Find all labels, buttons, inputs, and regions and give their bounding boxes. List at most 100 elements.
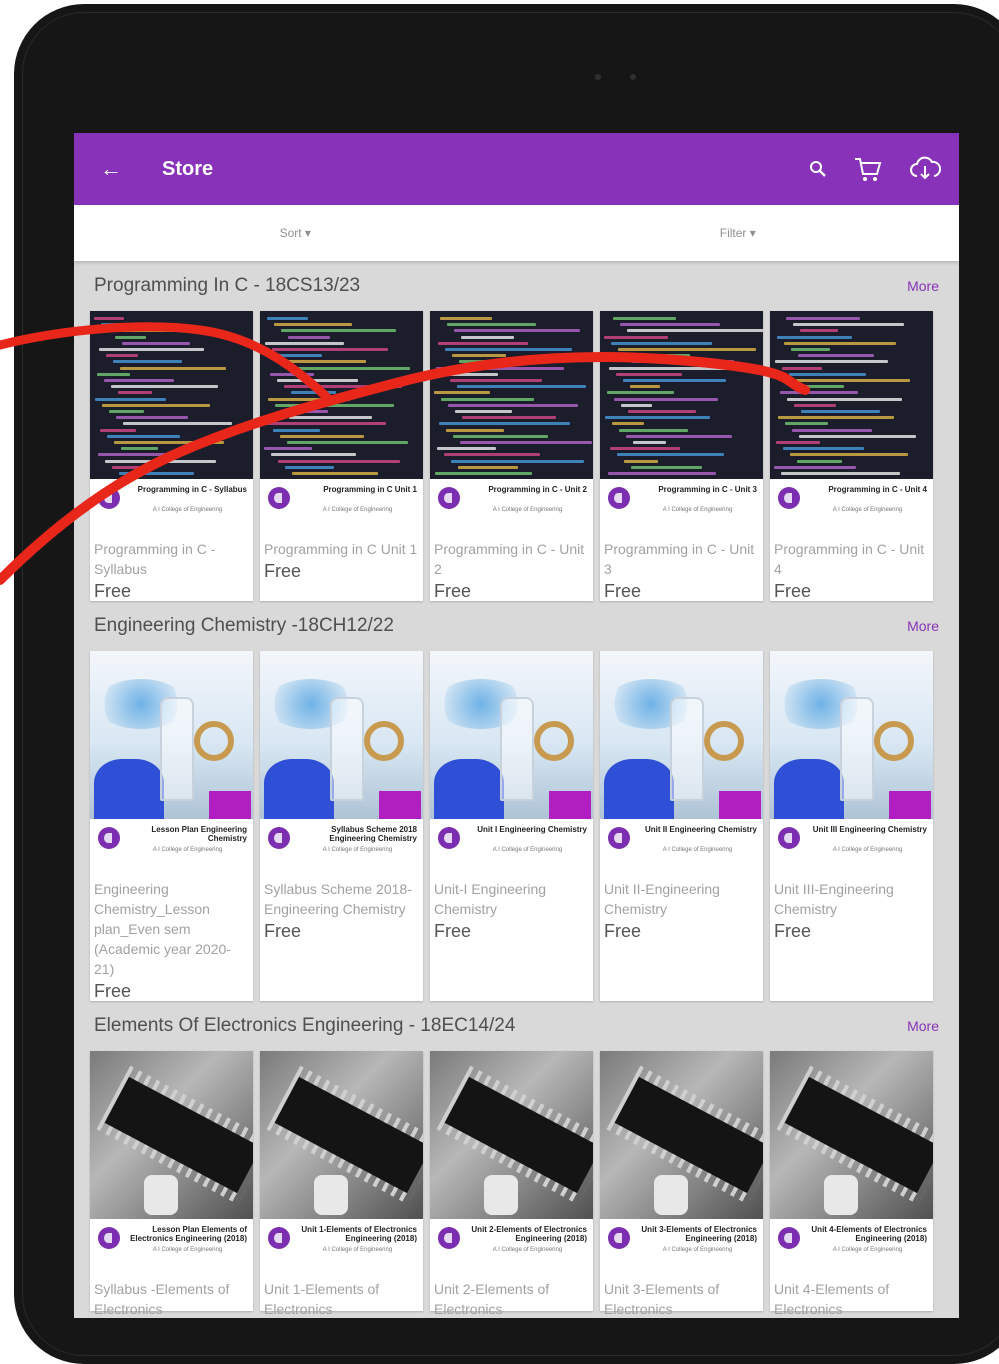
code-cover-image — [600, 311, 763, 479]
publisher-logo-icon — [438, 827, 460, 849]
cover-title: Unit 2-Elements of Electronics Engineeri… — [471, 1225, 587, 1243]
cover-college: A I College of Engineering — [152, 507, 223, 513]
product-price: Free — [604, 921, 642, 941]
store-content: Programming In C - 18CS13/23 More Progra… — [74, 261, 959, 1317]
cover-college: A I College of Engineering — [322, 1247, 393, 1253]
section-header-electronics: Elements Of Electronics Engineering - 18… — [86, 1001, 947, 1051]
sensor-dot — [595, 74, 601, 80]
product-row: Lesson Plan Engineering Chemistry A I Co… — [86, 651, 947, 1001]
cover-title: Syllabus Scheme 2018 Engineering Chemist… — [329, 825, 417, 843]
cover-college: A I College of Engineering — [832, 847, 903, 853]
product-price: Free — [94, 981, 132, 1001]
chemistry-cover-image — [770, 651, 933, 819]
page-title: Store — [162, 157, 214, 180]
cover-caption: Programming in C - Unit 2 A I College of… — [430, 479, 593, 539]
cover-title: Unit II Engineering Chemistry — [644, 825, 757, 834]
cover-college: A I College of Engineering — [152, 847, 223, 853]
more-link[interactable]: More — [907, 278, 939, 294]
product-title: Unit 2-Elements of Electronics — [434, 1281, 550, 1317]
product-card[interactable]: Lesson Plan Elements of Electronics Engi… — [90, 1051, 253, 1317]
cover-caption: Unit 2-Elements of Electronics Engineeri… — [430, 1219, 593, 1279]
cover-title: Unit I Engineering Chemistry — [477, 825, 587, 834]
cover-caption: Unit III Engineering Chemistry A I Colle… — [770, 819, 933, 879]
cover-title: Unit 4-Elements of Electronics Engineeri… — [811, 1225, 927, 1243]
cover-college: A I College of Engineering — [662, 507, 733, 513]
publisher-logo-icon — [778, 487, 800, 509]
search-icon — [810, 161, 826, 177]
product-price: Free — [434, 921, 472, 941]
cover-title: Programming in C - Unit 2 — [488, 485, 587, 494]
cover-caption: Unit 3-Elements of Electronics Engineeri… — [600, 1219, 763, 1279]
search-button[interactable] — [809, 160, 827, 178]
cover-title: Programming in C - Syllabus — [137, 485, 247, 494]
publisher-logo-icon — [438, 487, 460, 509]
cover-caption: Unit II Engineering Chemistry A I Colleg… — [600, 819, 763, 879]
product-title: Syllabus -Elements of Electronics — [94, 1281, 230, 1317]
electronics-cover-image — [260, 1051, 423, 1219]
product-price: Free — [434, 581, 472, 601]
cover-college: A I College of Engineering — [492, 847, 563, 853]
product-title: Unit 4-Elements of Electronics — [774, 1281, 890, 1317]
product-price: Free — [264, 561, 302, 581]
cover-college: A I College of Engineering — [152, 1247, 223, 1253]
product-card[interactable]: Lesson Plan Engineering Chemistry A I Co… — [90, 651, 253, 1001]
electronics-cover-image — [770, 1051, 933, 1219]
product-card[interactable]: Programming in C - Syllabus A I College … — [90, 311, 253, 601]
cover-college: A I College of Engineering — [832, 1247, 903, 1253]
cloud-download-button[interactable] — [909, 154, 941, 184]
product-card[interactable]: Programming in C - Unit 2 A I College of… — [430, 311, 593, 601]
filter-dropdown[interactable]: Filter ▾ — [517, 205, 960, 261]
app-bar: ← Store — [74, 133, 959, 205]
product-price: Free — [94, 581, 132, 601]
product-row: Programming in C - Syllabus A I College … — [86, 311, 947, 601]
product-title: Programming in C - Unit 4 — [774, 541, 925, 577]
product-card[interactable]: Unit II Engineering Chemistry A I Colleg… — [600, 651, 763, 1001]
publisher-logo-icon — [268, 827, 290, 849]
cover-caption: Unit 4-Elements of Electronics Engineeri… — [770, 1219, 933, 1279]
product-title: Programming in C Unit 1 — [264, 541, 418, 557]
cover-caption: Programming in C - Unit 3 A I College of… — [600, 479, 763, 539]
cover-college: A I College of Engineering — [492, 507, 563, 513]
cover-title: Unit 3-Elements of Electronics Engineeri… — [641, 1225, 757, 1243]
product-title: Syllabus Scheme 2018-Engineering Chemist… — [264, 881, 412, 917]
product-card[interactable]: Syllabus Scheme 2018 Engineering Chemist… — [260, 651, 423, 1001]
product-card[interactable]: Programming in C - Unit 3 A I College of… — [600, 311, 763, 601]
cart-button[interactable] — [853, 154, 883, 184]
cover-college: A I College of Engineering — [322, 507, 393, 513]
product-card[interactable]: Unit 3-Elements of Electronics Engineeri… — [600, 1051, 763, 1317]
product-card[interactable]: Unit III Engineering Chemistry A I Colle… — [770, 651, 933, 1001]
cover-college: A I College of Engineering — [492, 1247, 563, 1253]
cover-college: A I College of Engineering — [662, 847, 733, 853]
cover-title: Programming in C Unit 1 — [323, 485, 417, 494]
back-button[interactable]: ← — [100, 158, 146, 180]
product-card[interactable]: Unit I Engineering Chemistry A I College… — [430, 651, 593, 1001]
publisher-logo-icon — [98, 827, 120, 849]
cloud-download-icon — [910, 156, 941, 180]
section-title: Elements Of Electronics Engineering - 18… — [94, 1015, 516, 1036]
product-card[interactable]: Unit 2-Elements of Electronics Engineeri… — [430, 1051, 593, 1317]
more-link[interactable]: More — [907, 618, 939, 634]
cover-title: Unit 1-Elements of Electronics Engineeri… — [301, 1225, 417, 1243]
more-link[interactable]: More — [907, 1018, 939, 1034]
product-title: Unit 1-Elements of Electronics — [264, 1281, 380, 1317]
product-card[interactable]: Programming in C Unit 1 A I College of E… — [260, 311, 423, 601]
cover-college: A I College of Engineering — [832, 507, 903, 513]
cover-college: A I College of Engineering — [322, 847, 393, 853]
code-cover-image — [90, 311, 253, 479]
product-price: Free — [604, 581, 642, 601]
product-card[interactable]: Unit 4-Elements of Electronics Engineeri… — [770, 1051, 933, 1317]
product-card[interactable]: Programming in C - Unit 4 A I College of… — [770, 311, 933, 601]
cover-title: Lesson Plan Engineering Chemistry — [151, 825, 247, 843]
arrow-back-icon: ← — [100, 156, 122, 181]
product-card[interactable]: Unit 1-Elements of Electronics Engineeri… — [260, 1051, 423, 1317]
cover-caption: Programming in C - Unit 4 A I College of… — [770, 479, 933, 539]
product-title: Engineering Chemistry_Lesson plan_Even s… — [94, 881, 231, 977]
sort-dropdown[interactable]: Sort ▾ — [74, 205, 517, 261]
cover-college: A I College of Engineering — [662, 1247, 733, 1253]
cover-caption: Unit 1-Elements of Electronics Engineeri… — [260, 1219, 423, 1279]
chemistry-cover-image — [430, 651, 593, 819]
product-title: Unit II-Engineering Chemistry — [604, 881, 720, 917]
section-header-programming-in-c: Programming In C - 18CS13/23 More — [86, 261, 947, 311]
cover-caption: Programming in C Unit 1 A I College of E… — [260, 479, 423, 539]
electronics-cover-image — [90, 1051, 253, 1219]
